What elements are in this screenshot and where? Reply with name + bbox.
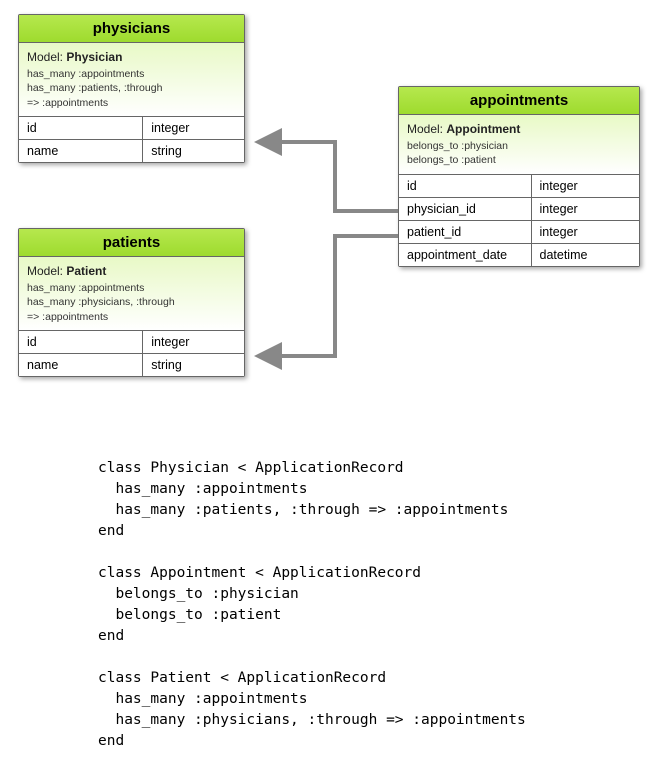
table-row: namestring [19, 353, 244, 376]
entity-columns: idinteger physician_idinteger patient_id… [399, 175, 639, 266]
entity-title: appointments [399, 87, 639, 115]
entity-columns: idinteger namestring [19, 117, 244, 162]
entity-title: physicians [19, 15, 244, 43]
entity-meta: Model: Physician has_many :appointments … [19, 43, 244, 117]
table-row: physician_idinteger [399, 197, 639, 220]
code-sample: class Physician < ApplicationRecord has_… [98, 458, 526, 752]
entity-columns: idinteger namestring [19, 331, 244, 376]
table-row: idinteger [399, 175, 639, 198]
er-diagram-canvas: physicians Model: Physician has_many :ap… [0, 0, 657, 430]
entity-patients: patients Model: Patient has_many :appoin… [18, 228, 245, 377]
entity-appointments: appointments Model: Appointment belongs_… [398, 86, 640, 267]
entity-physicians: physicians Model: Physician has_many :ap… [18, 14, 245, 163]
arrow-appointments-to-physicians [258, 142, 398, 211]
table-row: idinteger [19, 331, 244, 354]
entity-meta: Model: Appointment belongs_to :physician… [399, 115, 639, 175]
table-row: namestring [19, 139, 244, 162]
table-row: idinteger [19, 117, 244, 140]
table-row: appointment_datedatetime [399, 243, 639, 266]
entity-title: patients [19, 229, 244, 257]
arrow-appointments-to-patients [258, 236, 398, 356]
entity-meta: Model: Patient has_many :appointments ha… [19, 257, 244, 331]
table-row: patient_idinteger [399, 220, 639, 243]
